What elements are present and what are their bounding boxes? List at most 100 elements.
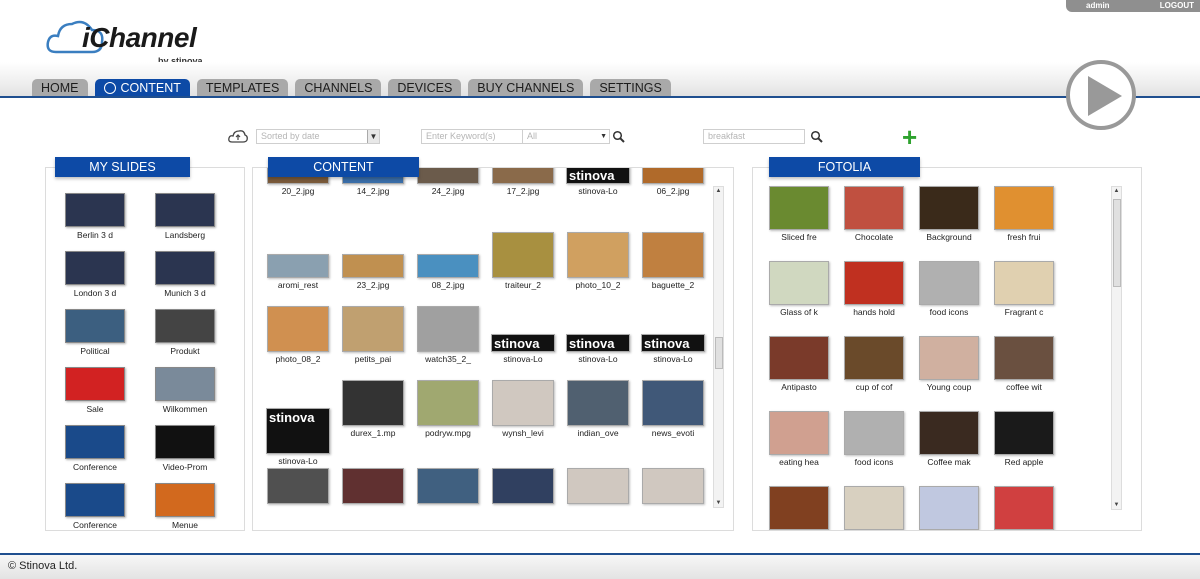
- media-tile[interactable]: eating hea: [762, 411, 836, 467]
- media-tile[interactable]: durex_1.mp: [336, 380, 410, 438]
- thumbnail: [342, 306, 404, 352]
- category-select[interactable]: All ▼: [522, 129, 610, 144]
- media-tile[interactable]: Young coup: [912, 336, 986, 392]
- search-icon[interactable]: [810, 130, 824, 144]
- media-tile[interactable]: watch35_2_: [411, 306, 485, 364]
- media-tile[interactable]: [636, 468, 710, 506]
- app-name: iChannel: [82, 22, 197, 53]
- tab-content[interactable]: CONTENT: [94, 79, 190, 96]
- slide-tile[interactable]: Munich 3 d: [152, 251, 218, 298]
- media-tile[interactable]: Red apple: [987, 411, 1061, 467]
- media-tile[interactable]: [411, 468, 485, 506]
- app-logo[interactable]: iChannel by stinova: [46, 12, 216, 68]
- media-tile[interactable]: stinova stinova-Lo: [561, 334, 635, 364]
- media-tile[interactable]: stinova stinova-Lo: [486, 334, 560, 364]
- scroll-down-icon[interactable]: ▼: [1112, 501, 1121, 509]
- media-tile[interactable]: photo_08_2: [261, 306, 335, 364]
- tab-channels[interactable]: CHANNELS: [295, 79, 382, 96]
- media-tile[interactable]: [336, 468, 410, 506]
- thumbnail: stinova: [266, 408, 330, 454]
- logout-link[interactable]: LOGOUT: [1160, 1, 1194, 10]
- media-tile[interactable]: [837, 486, 911, 530]
- media-tile[interactable]: aromi_rest: [261, 254, 335, 290]
- user-name: admin: [1086, 1, 1110, 10]
- fotolia-search-input[interactable]: breakfast: [703, 129, 805, 144]
- media-tile[interactable]: [561, 468, 635, 506]
- thumbnail: [417, 168, 479, 184]
- media-tile[interactable]: Sliced fre: [762, 186, 836, 242]
- search-icon[interactable]: [612, 130, 626, 144]
- tab-devices[interactable]: DEVICES: [388, 79, 462, 96]
- scroll-up-icon[interactable]: ▲: [714, 187, 723, 195]
- scroll-up-icon[interactable]: ▲: [1112, 187, 1121, 195]
- media-tile[interactable]: food icons: [837, 411, 911, 467]
- media-tile[interactable]: [912, 486, 986, 530]
- media-tile[interactable]: Coffee mak: [912, 411, 986, 467]
- slide-tile[interactable]: Berlin 3 d: [62, 193, 128, 240]
- media-tile[interactable]: stinova stinova-Lo: [636, 334, 710, 364]
- slide-tile[interactable]: London 3 d: [62, 251, 128, 298]
- media-tile[interactable]: 06_2.jpg: [636, 168, 710, 196]
- media-tile[interactable]: podryw.mpg: [411, 380, 485, 438]
- tab-home[interactable]: HOME: [32, 79, 88, 96]
- media-tile[interactable]: [762, 486, 836, 530]
- tab-buy-channels[interactable]: BUY CHANNELS: [468, 79, 584, 96]
- thumbnail: [65, 309, 125, 343]
- scroll-thumb[interactable]: [715, 337, 723, 369]
- my-slides-title: MY SLIDES: [55, 157, 190, 177]
- media-tile[interactable]: indian_ove: [561, 380, 635, 438]
- slide-tile[interactable]: Landsberg: [152, 193, 218, 240]
- cloud-upload-icon[interactable]: [228, 128, 248, 144]
- scroll-thumb[interactable]: [1113, 199, 1121, 287]
- slide-tile[interactable]: Conference: [62, 483, 128, 530]
- tile-label: Munich 3 d: [164, 288, 206, 298]
- media-tile[interactable]: Glass of k: [762, 261, 836, 317]
- fotolia-scrollbar[interactable]: ▲ ▼: [1111, 186, 1122, 510]
- slide-tile[interactable]: Conference: [62, 425, 128, 472]
- media-tile[interactable]: [987, 486, 1061, 530]
- slide-tile[interactable]: Produkt: [152, 309, 218, 356]
- media-tile[interactable]: food icons: [912, 261, 986, 317]
- media-tile[interactable]: 24_2.jpg: [411, 168, 485, 196]
- tab-settings[interactable]: SETTINGS: [590, 79, 671, 96]
- media-tile[interactable]: wynsh_levi: [486, 380, 560, 438]
- play-button[interactable]: [1066, 60, 1136, 130]
- media-tile[interactable]: 23_2.jpg: [336, 254, 410, 290]
- keyword-input[interactable]: Enter Keyword(s): [421, 129, 522, 144]
- tile-label: fresh frui: [1007, 232, 1041, 242]
- media-tile[interactable]: baguette_2: [636, 232, 710, 290]
- scroll-down-icon[interactable]: ▼: [714, 499, 723, 507]
- media-tile[interactable]: stinova stinova-Lo: [261, 408, 335, 466]
- media-tile[interactable]: petits_pai: [336, 306, 410, 364]
- tile-label: 14_2.jpg: [356, 186, 390, 196]
- slide-tile[interactable]: Wilkommen: [152, 367, 218, 414]
- media-tile[interactable]: photo_10_2: [561, 232, 635, 290]
- media-tile[interactable]: Antipasto: [762, 336, 836, 392]
- sort-select[interactable]: Sorted by date ▼: [256, 129, 380, 144]
- media-tile[interactable]: fresh frui: [987, 186, 1061, 242]
- media-tile[interactable]: 17_2.jpg: [486, 168, 560, 196]
- tile-label: Menue: [172, 520, 198, 530]
- media-tile[interactable]: [261, 468, 335, 506]
- thumbnail: [994, 411, 1054, 455]
- slide-tile[interactable]: Political: [62, 309, 128, 356]
- tab-templates[interactable]: TEMPLATES: [196, 79, 289, 96]
- media-tile[interactable]: [486, 468, 560, 506]
- media-tile[interactable]: Fragrant c: [987, 261, 1061, 317]
- media-tile[interactable]: Background: [912, 186, 986, 242]
- slide-tile[interactable]: Sale: [62, 367, 128, 414]
- content-scrollbar[interactable]: ▲ ▼: [713, 186, 724, 508]
- media-tile[interactable]: stinova stinova-Lo: [561, 168, 635, 196]
- media-tile[interactable]: Chocolate: [837, 186, 911, 242]
- slide-tile[interactable]: Menue: [152, 483, 218, 530]
- add-icon[interactable]: +: [902, 124, 917, 150]
- media-tile[interactable]: traiteur_2: [486, 232, 560, 290]
- media-tile[interactable]: 08_2.jpg: [411, 254, 485, 290]
- slide-tile[interactable]: Video-Prom: [152, 425, 218, 472]
- thumbnail: [65, 483, 125, 517]
- tile-label: Landsberg: [164, 230, 206, 240]
- media-tile[interactable]: cup of cof: [837, 336, 911, 392]
- media-tile[interactable]: news_evoti: [636, 380, 710, 438]
- media-tile[interactable]: hands hold: [837, 261, 911, 317]
- media-tile[interactable]: coffee wit: [987, 336, 1061, 392]
